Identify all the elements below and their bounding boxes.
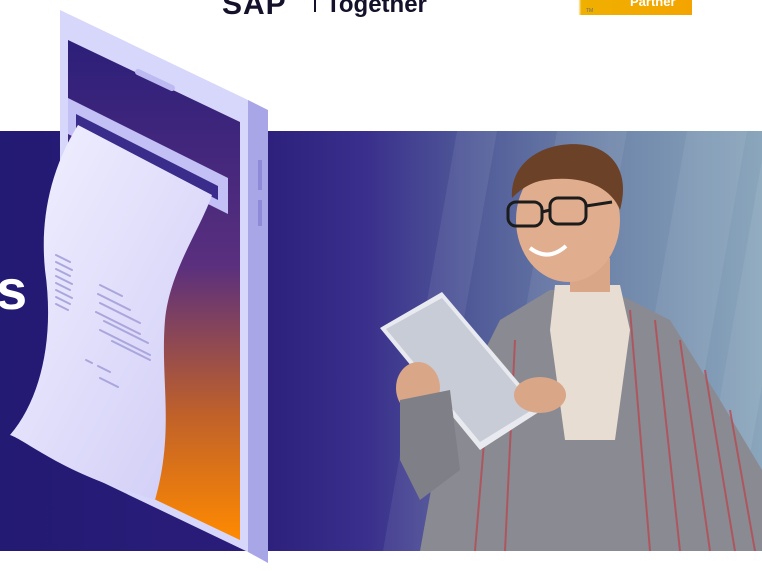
right-hand bbox=[514, 377, 566, 413]
partner-badge-tm: TM bbox=[586, 8, 594, 14]
person-with-tablet bbox=[380, 144, 762, 551]
turtleneck bbox=[550, 285, 630, 440]
partner-badge-label: Partner bbox=[630, 0, 676, 9]
smartphone-icon bbox=[10, 10, 268, 563]
tagline-text: Together bbox=[326, 0, 427, 18]
tagline-divider bbox=[314, 0, 316, 12]
